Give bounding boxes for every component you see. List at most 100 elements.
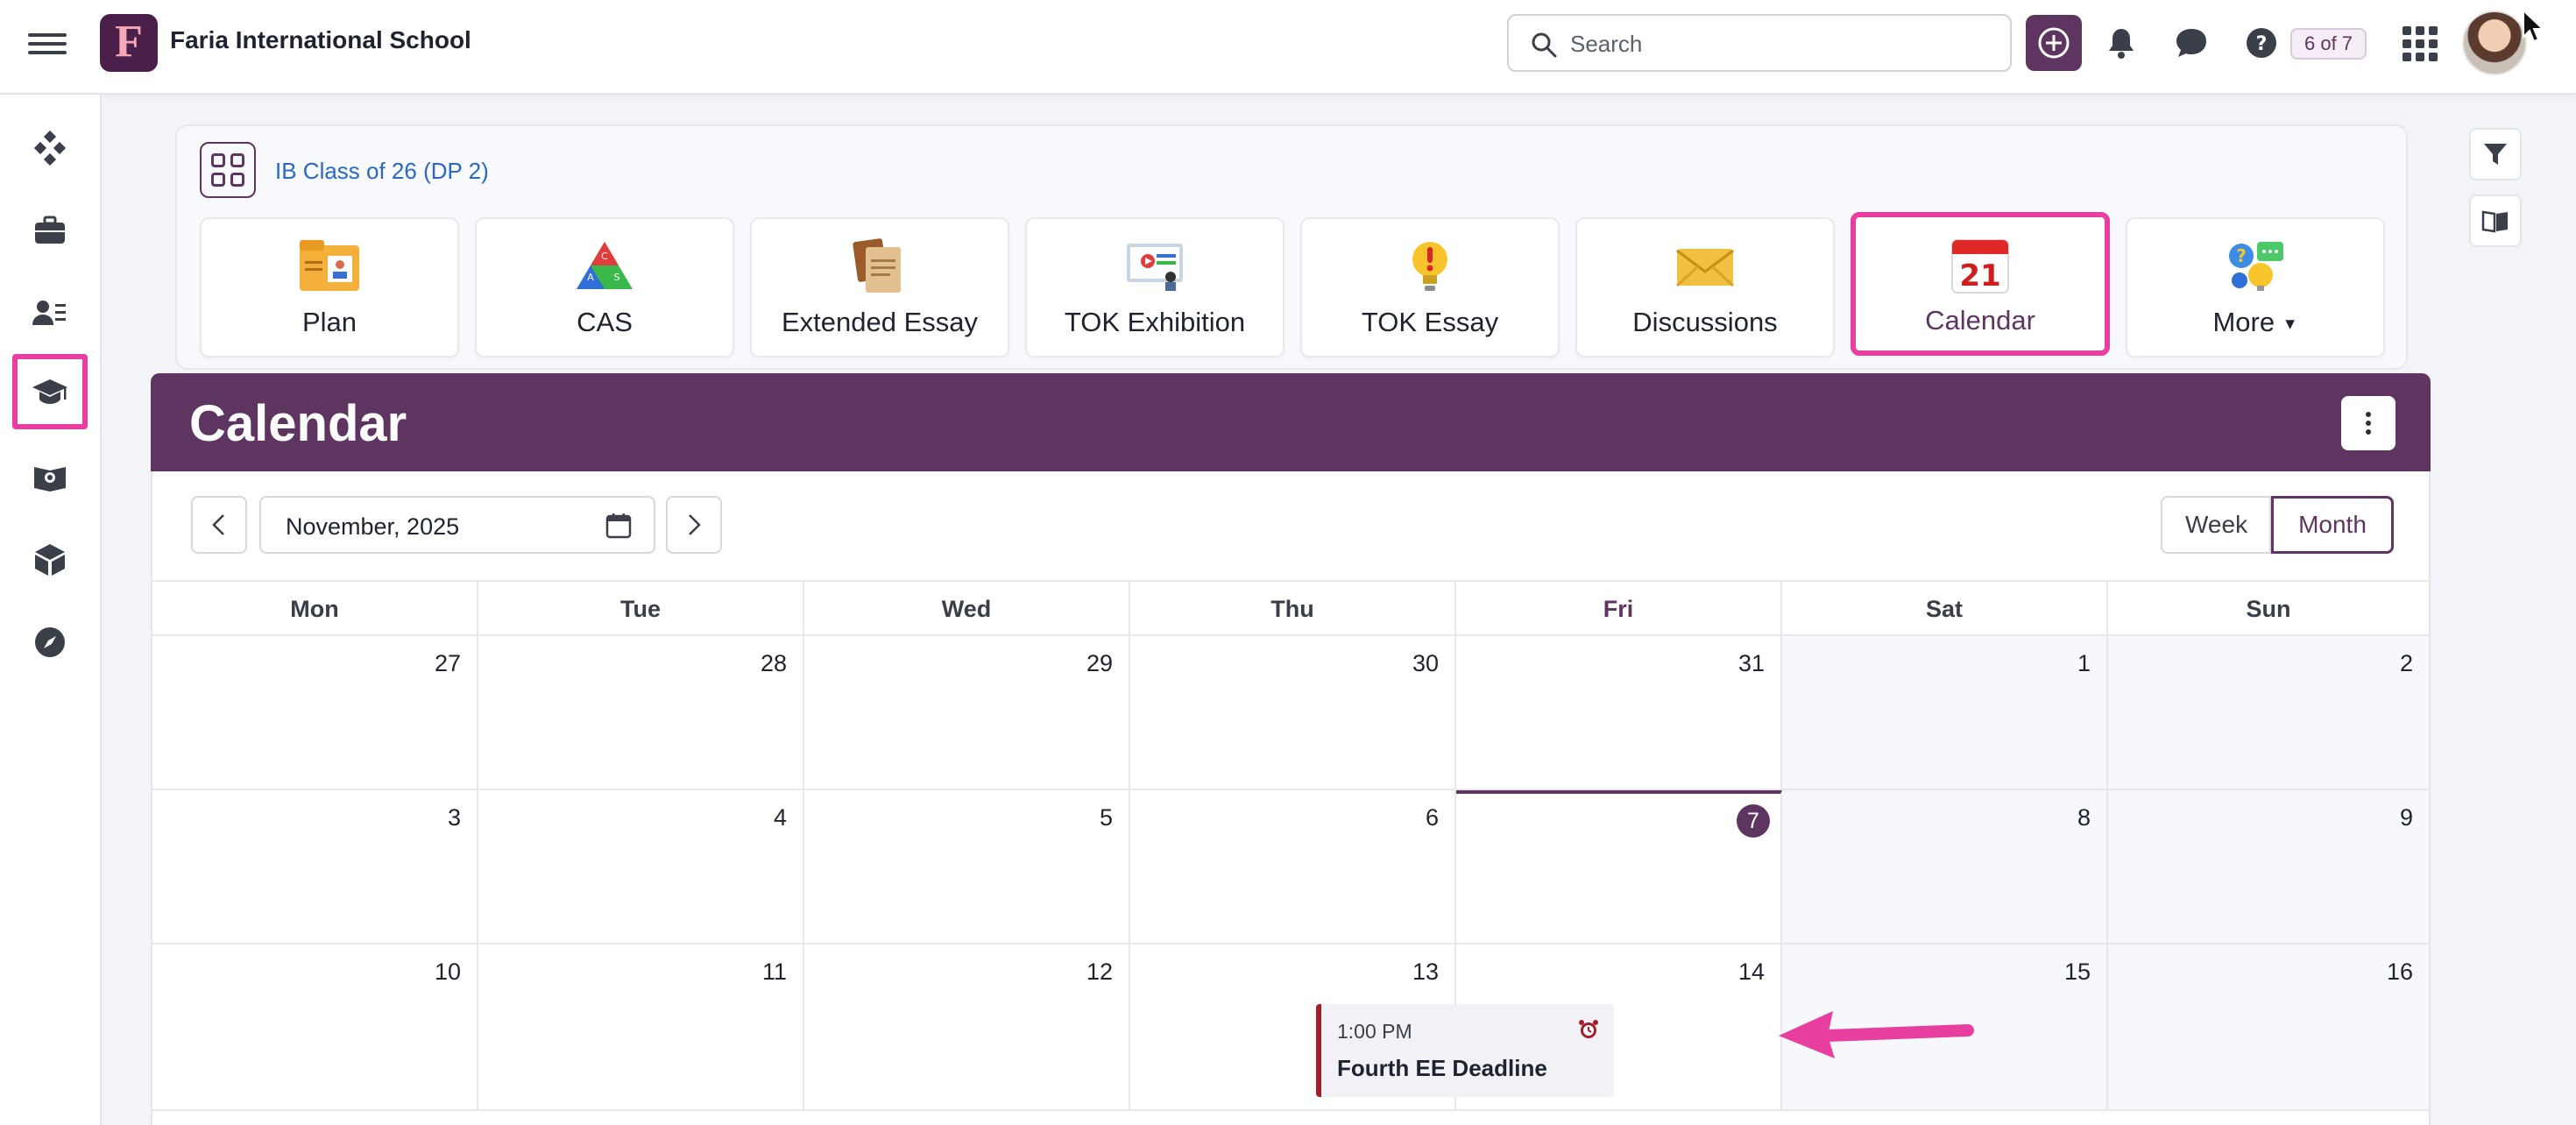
create-button[interactable] (2026, 15, 2082, 71)
tile-tok-exhibition[interactable]: TOK Exhibition (1025, 217, 1284, 357)
week-view-button[interactable]: Week (2161, 496, 2271, 554)
filter-button[interactable] (2469, 128, 2522, 180)
tile-plan[interactable]: Plan (200, 217, 459, 357)
calendar-day-cell[interactable]: 9 (2108, 790, 2429, 943)
extended-essay-icon (752, 237, 1008, 300)
tile-calendar[interactable]: 21 Calendar (1851, 212, 2110, 356)
tile-discussions[interactable]: Discussions (1575, 217, 1835, 357)
calendar-day-cell[interactable]: 8 (1782, 790, 2108, 943)
day-number: 15 (2063, 959, 2091, 985)
annotation-arrow-icon (1779, 1011, 1974, 1058)
messages-button[interactable] (2171, 23, 2212, 63)
notifications-button[interactable] (2101, 23, 2141, 63)
discussions-icon (1577, 237, 1833, 300)
calendar-day-cell[interactable]: 31 (1456, 636, 1782, 789)
apps-grid-icon[interactable] (2403, 26, 2438, 61)
calendar-icon (605, 513, 632, 539)
calendar-day-cell[interactable]: 6 (1130, 790, 1456, 943)
sidebar-item-explore[interactable] (12, 605, 88, 680)
calendar-day-cell[interactable]: 12 (804, 945, 1130, 1109)
tok-essay-icon (1302, 237, 1558, 300)
dow-mon: Mon (152, 582, 478, 636)
calendar-day-cell[interactable]: 2 (2108, 636, 2429, 789)
day-number: 28 (760, 650, 787, 676)
progress-badge[interactable]: 6 of 7 (2290, 28, 2367, 60)
calendar-day-cell[interactable]: 4 (478, 790, 804, 943)
month-picker-value: November, 2025 (286, 513, 460, 540)
day-number: 2 (2399, 650, 2413, 676)
calendar-day-cell[interactable]: 16 (2108, 945, 2429, 1109)
more-label: More (2212, 307, 2275, 337)
calendar-day-cell[interactable]: 1 (1782, 636, 2108, 789)
dow-wed: Wed (804, 582, 1130, 636)
help-button[interactable]: ? (2241, 23, 2282, 63)
day-number: 29 (1086, 650, 1113, 676)
tile-cas[interactable]: CAS CAS (475, 217, 734, 357)
search-box[interactable] (1507, 14, 2012, 72)
event-title: Fourth EE Deadline (1337, 1055, 1547, 1081)
calendar-day-cell[interactable]: 11 (478, 945, 804, 1109)
chevron-left-icon (212, 514, 224, 535)
tile-label: TOK Essay (1361, 307, 1499, 337)
plan-icon (202, 237, 457, 300)
diamonds-icon (33, 131, 67, 166)
calendar-event[interactable]: 1:00 PM Fourth EE Deadline (1316, 1004, 1614, 1097)
guide-button[interactable] (2469, 195, 2522, 247)
month-view-button[interactable]: Month (2271, 496, 2394, 554)
day-number: 16 (2386, 959, 2413, 985)
left-sidebar (0, 95, 102, 1125)
day-number: 30 (1412, 650, 1439, 676)
calendar-day-cell[interactable]: 28 (478, 636, 804, 789)
plus-circle-icon (2038, 27, 2070, 59)
user-list-icon (32, 301, 66, 325)
compass-icon (35, 627, 65, 657)
calendar-icon-day: 21 (1959, 258, 2000, 294)
tile-extended-essay[interactable]: Extended Essay (750, 217, 1009, 357)
sidebar-item-library[interactable] (12, 440, 88, 515)
calendar-day-cell[interactable]: 3 (152, 790, 478, 943)
tile-label: Discussions (1632, 307, 1778, 337)
calendar-day-cell-today[interactable]: 7 (1456, 790, 1782, 943)
dow-tue: Tue (478, 582, 804, 636)
school-name: Faria International School (170, 26, 471, 53)
sidebar-item-units[interactable] (12, 522, 88, 598)
caret-down-icon: ▼ (2282, 315, 2298, 333)
svg-text:?: ? (2256, 33, 2268, 55)
sidebar-item-academics[interactable] (12, 354, 88, 429)
calendar-week-row: 10 11 12 13 14 15 16 (152, 945, 2429, 1111)
tile-tok-essay[interactable]: TOK Essay (1300, 217, 1560, 357)
tile-label: Extended Essay (781, 307, 979, 337)
day-number: 10 (434, 959, 461, 985)
tok-exhibition-icon (1027, 237, 1283, 300)
class-grid-icon[interactable] (200, 142, 256, 198)
dow-sun: Sun (2246, 596, 2291, 622)
more-options-button[interactable] (2341, 396, 2396, 450)
next-month-button[interactable] (666, 496, 722, 554)
calendar-day-cell[interactable]: 27 (152, 636, 478, 789)
day-number: 12 (1086, 959, 1113, 985)
svg-text:C: C (601, 251, 608, 262)
more-icon: ? (2127, 237, 2383, 300)
sidebar-item-people[interactable] (12, 275, 88, 350)
chat-bubble-icon (2176, 29, 2206, 57)
search-input[interactable] (1570, 26, 1991, 61)
hamburger-menu-icon[interactable] (28, 28, 67, 67)
class-navigation-card: IB Class of 26 (DP 2) Plan CAS CAS Exten… (175, 124, 2408, 370)
calendar-day-cell[interactable]: 29 (804, 636, 1130, 789)
previous-month-button[interactable] (191, 496, 247, 554)
class-name-link[interactable]: IB Class of 26 (DP 2) (275, 158, 489, 185)
calendar-body: November, 2025 Week Month Mon Tue Wed Th… (151, 471, 2431, 1125)
tile-label: CAS (577, 307, 633, 337)
calendar-day-cell[interactable]: 30 (1130, 636, 1456, 789)
calendar-day-cell[interactable]: 5 (804, 790, 1130, 943)
tile-more[interactable]: ? More ▼ (2126, 217, 2385, 357)
calendar-week-row: 3 4 5 6 7 8 9 (152, 790, 2429, 945)
month-picker[interactable]: November, 2025 (259, 496, 655, 554)
calendar-day-cell[interactable]: 10 (152, 945, 478, 1109)
school-logo[interactable]: F (100, 14, 158, 72)
user-avatar[interactable] (2462, 11, 2527, 75)
day-number: 4 (773, 804, 787, 831)
sidebar-item-dashboard[interactable] (12, 110, 88, 186)
help-circle-icon: ? (2247, 28, 2276, 58)
sidebar-item-portfolio[interactable] (12, 193, 88, 268)
